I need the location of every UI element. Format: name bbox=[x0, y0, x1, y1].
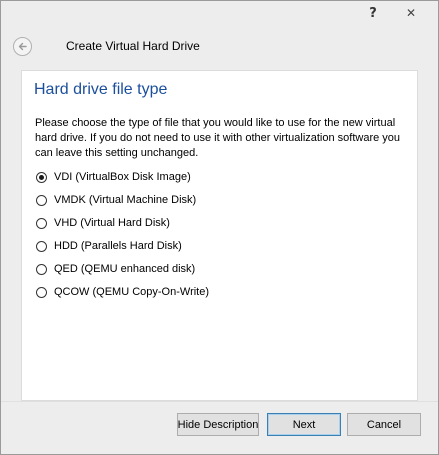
radio-button[interactable] bbox=[36, 263, 47, 275]
radio-label: VHD (Virtual Hard Disk) bbox=[54, 217, 170, 229]
radio-option-qed[interactable]: QED (QEMU enhanced disk) bbox=[36, 261, 195, 277]
radio-option-vhd[interactable]: VHD (Virtual Hard Disk) bbox=[36, 215, 170, 231]
title-bar: ? ✕ bbox=[1, 1, 438, 28]
hide-description-button[interactable]: Hide Description bbox=[177, 413, 259, 436]
radio-option-vmdk[interactable]: VMDK (Virtual Machine Disk) bbox=[36, 192, 196, 208]
radio-label: QCOW (QEMU Copy-On-Write) bbox=[54, 286, 210, 298]
page-description: Please choose the type of file that you … bbox=[35, 117, 401, 159]
dialog-window: ? ✕ Create Virtual Hard Drive Hard drive… bbox=[0, 0, 439, 455]
radio-selected-dot bbox=[39, 174, 44, 180]
radio-option-qcow[interactable]: QCOW (QEMU Copy-On-Write) bbox=[36, 284, 209, 300]
next-button[interactable]: Next bbox=[267, 413, 341, 436]
back-arrow-icon bbox=[18, 42, 27, 51]
radio-label: VMDK (Virtual Machine Disk) bbox=[54, 194, 197, 206]
radio-label: QED (QEMU enhanced disk) bbox=[54, 263, 196, 275]
radio-label: HDD (Parallels Hard Disk) bbox=[54, 240, 182, 252]
radio-button[interactable] bbox=[36, 171, 47, 183]
cancel-button[interactable]: Cancel bbox=[347, 413, 421, 436]
footer-divider bbox=[1, 401, 438, 402]
content-panel: Hard drive file type Please choose the t… bbox=[21, 70, 418, 401]
wizard-header: Create Virtual Hard Drive bbox=[1, 28, 438, 68]
radio-option-vdi[interactable]: VDI (VirtualBox Disk Image) bbox=[36, 169, 191, 185]
radio-label: VDI (VirtualBox Disk Image) bbox=[54, 171, 191, 183]
help-button[interactable]: ? bbox=[361, 3, 385, 23]
radio-option-hdd[interactable]: HDD (Parallels Hard Disk) bbox=[36, 238, 182, 254]
radio-button[interactable] bbox=[36, 286, 47, 298]
radio-button[interactable] bbox=[36, 240, 47, 252]
radio-button[interactable] bbox=[36, 194, 47, 206]
close-button[interactable]: ✕ bbox=[388, 3, 434, 23]
back-button[interactable] bbox=[13, 37, 32, 56]
radio-button[interactable] bbox=[36, 217, 47, 229]
wizard-title: Create Virtual Hard Drive bbox=[66, 39, 200, 53]
page-title: Hard drive file type bbox=[34, 81, 168, 98]
